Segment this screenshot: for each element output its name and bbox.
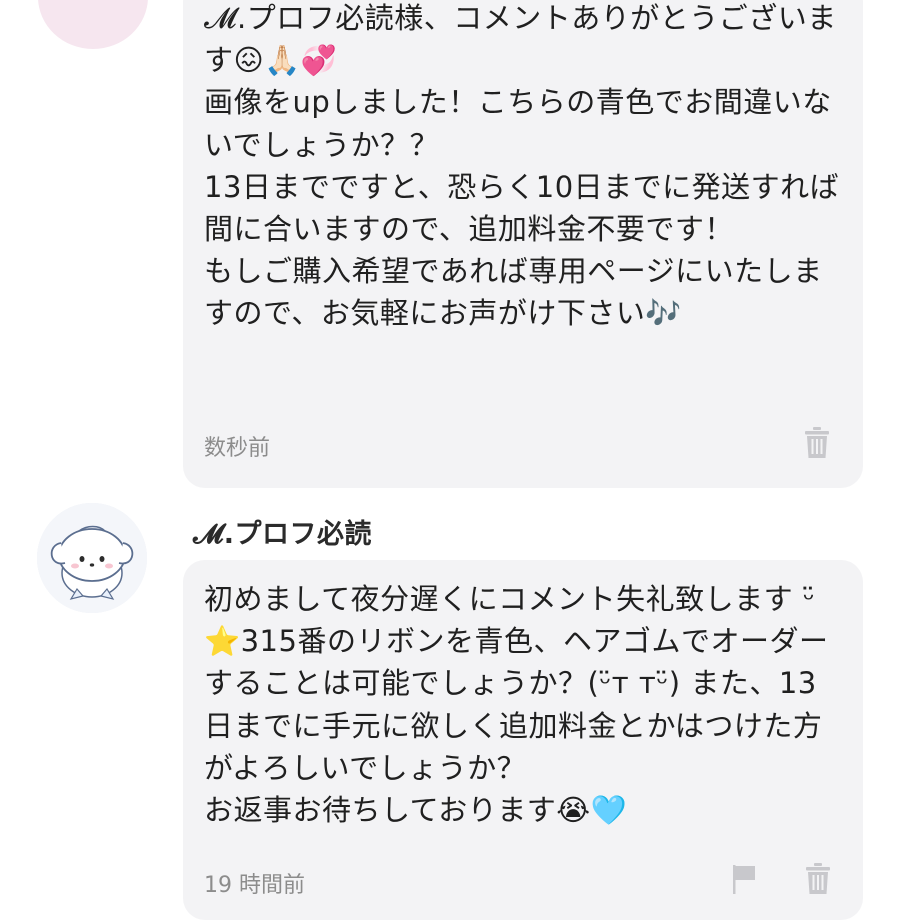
comment-message: 初めまして夜分遅くにコメント失礼致します ᵕ̈ ⭐️315番のリボンを青色、ヘア… bbox=[204, 582, 829, 828]
trash-icon[interactable] bbox=[804, 427, 830, 459]
comment-message: 𝓜.プロフ必読様、コメントありがとうございます😖🙏🏻💞 画像をupしました！こち… bbox=[204, 1, 840, 331]
trash-icon[interactable] bbox=[805, 863, 831, 895]
comment-bubble-seller: 𝓜.プロフ必読様、コメントありがとうございます😖🙏🏻💞 画像をupしました！こち… bbox=[183, 0, 863, 488]
seller-avatar[interactable] bbox=[38, 0, 148, 49]
comment-timestamp: 19 時間前 bbox=[204, 873, 305, 898]
user-avatar[interactable] bbox=[37, 503, 147, 613]
comment-bubble-buyer: 初めまして夜分遅くにコメント失礼致します ᵕ̈ ⭐️315番のリボンを青色、ヘア… bbox=[183, 560, 863, 920]
flag-icon[interactable] bbox=[731, 864, 757, 894]
comment-author-name[interactable]: 𝓜.プロフ必読 bbox=[193, 512, 372, 551]
comment-timestamp: 数秒前 bbox=[204, 436, 271, 461]
dog-avatar-icon bbox=[37, 503, 147, 613]
